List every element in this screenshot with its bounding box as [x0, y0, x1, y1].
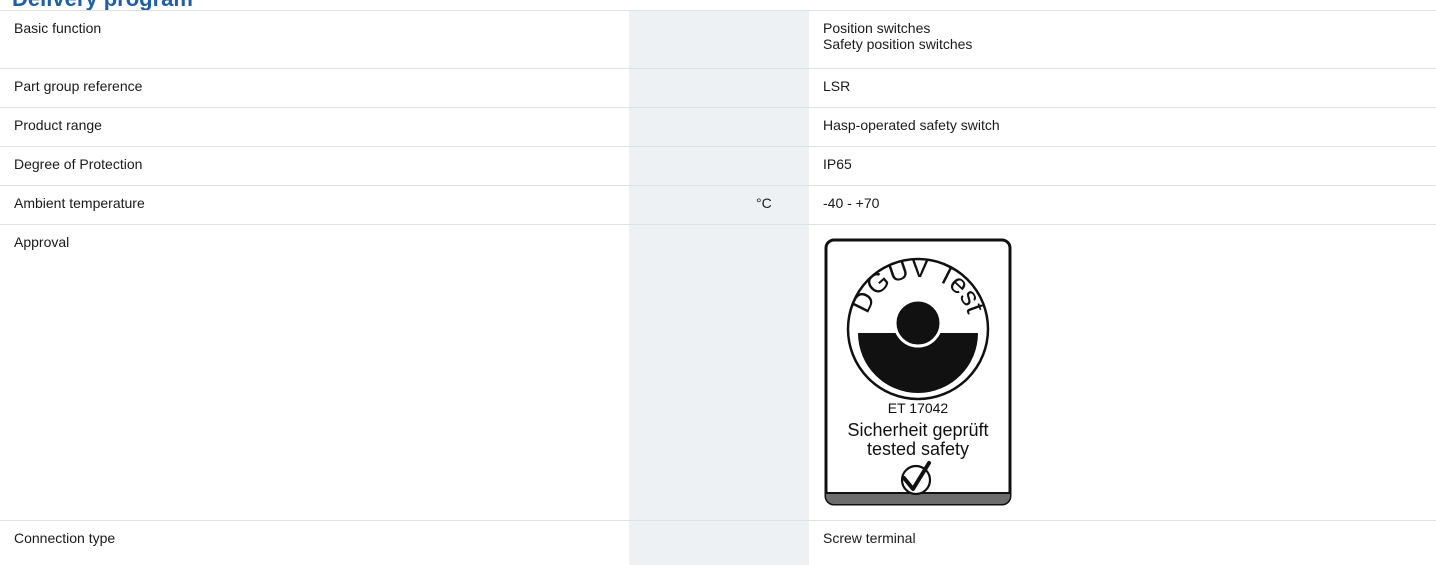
table-row: Degree of Protection IP65 — [0, 147, 1436, 186]
row-label: Basic function — [0, 11, 629, 69]
row-value: Screw terminal — [809, 521, 1436, 565]
table-row: Connection type Screw terminal — [0, 521, 1436, 565]
row-unit — [743, 69, 809, 108]
row-unit — [743, 11, 809, 69]
badge-line-de: Sicherheit geprüft — [847, 420, 988, 440]
row-value: Hasp-operated safety switch — [809, 108, 1436, 147]
table-row: Approval — [0, 225, 1436, 521]
section-title: Delivery program — [12, 0, 193, 10]
value-line: Position switches — [823, 20, 1436, 36]
row-value: LSR — [809, 69, 1436, 108]
dguv-test-certification-icon: DGUV Test ET 17042 Sicherheit geprüft te… — [823, 237, 1013, 507]
row-value: IP65 — [809, 147, 1436, 186]
table-row: Part group reference LSR — [0, 69, 1436, 108]
row-label: Approval — [0, 225, 629, 521]
spec-table: Basic function Position switches Safety … — [0, 10, 1436, 565]
row-value: Position switches Safety position switch… — [809, 11, 1436, 69]
row-unit — [743, 147, 809, 186]
row-label: Connection type — [0, 521, 629, 565]
row-unit — [743, 521, 809, 565]
badge-cert-number: ET 17042 — [888, 400, 949, 416]
row-label: Product range — [0, 108, 629, 147]
row-label: Part group reference — [0, 69, 629, 108]
row-unit — [743, 225, 809, 521]
row-unit: °C — [743, 186, 809, 225]
table-row: Basic function Position switches Safety … — [0, 11, 1436, 69]
row-label: Ambient temperature — [0, 186, 629, 225]
table-row: Product range Hasp-operated safety switc… — [0, 108, 1436, 147]
row-unit — [743, 108, 809, 147]
table-row: Ambient temperature °C -40 - +70 — [0, 186, 1436, 225]
section-title-strip: Delivery program — [0, 0, 1436, 10]
row-value: DGUV Test ET 17042 Sicherheit geprüft te… — [809, 225, 1436, 521]
row-label: Degree of Protection — [0, 147, 629, 186]
value-line: Safety position switches — [823, 36, 1436, 52]
badge-line-en: tested safety — [867, 439, 969, 459]
row-value: -40 - +70 — [809, 186, 1436, 225]
